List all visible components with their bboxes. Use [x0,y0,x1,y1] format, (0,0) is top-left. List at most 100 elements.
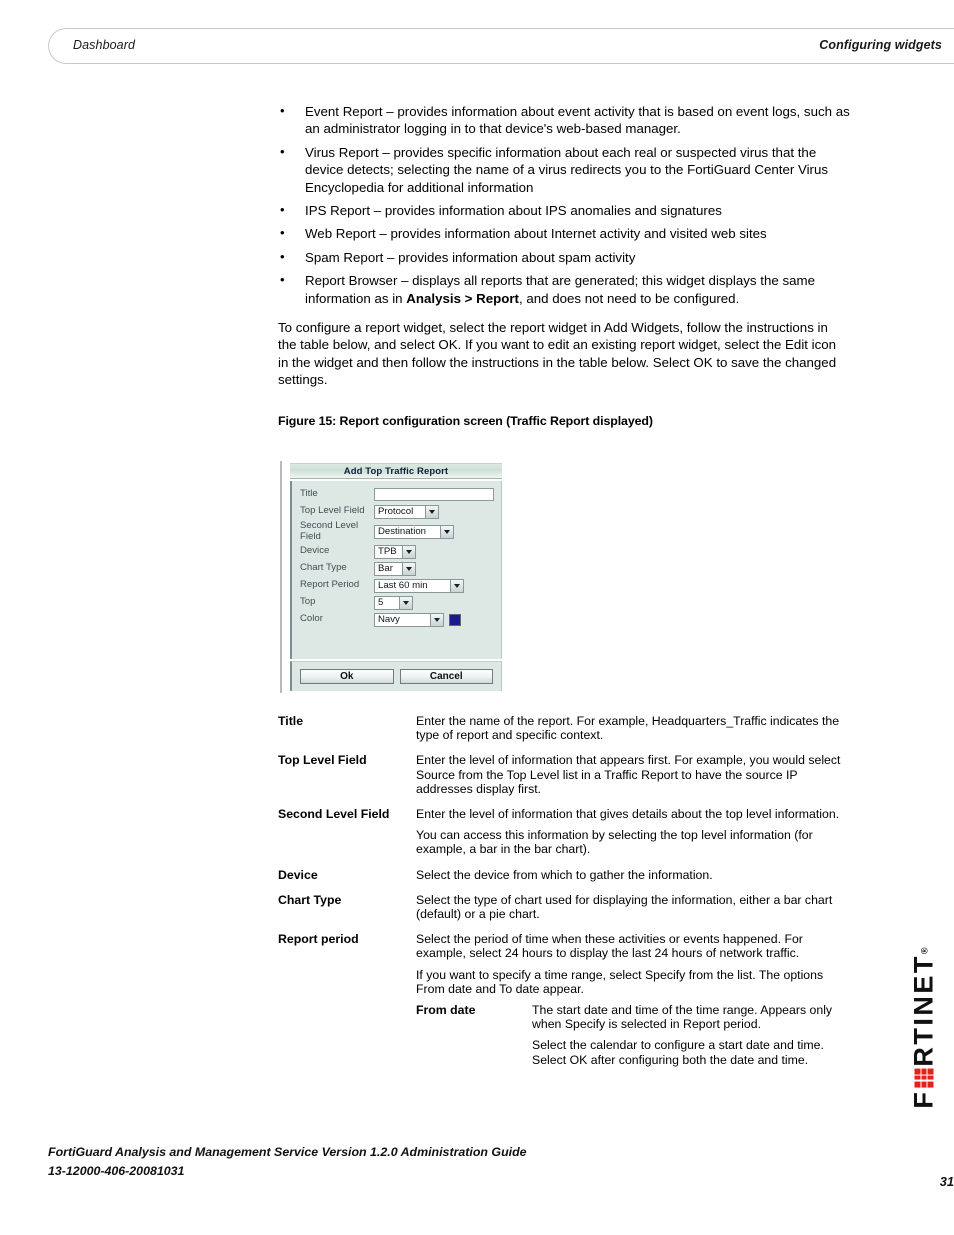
chart-type-value: Bar [378,562,393,574]
description-second-level-field: Enter the level of information that give… [416,807,853,857]
second-level-field-label: Second Level Field [300,520,359,542]
bullet-text: Event Report – provides information abou… [305,104,850,137]
description-title: Enter the name of the report. For exampl… [416,714,853,742]
header-chapter-title: Dashboard [73,38,136,52]
dialog-form-body: Title Top Level Field Protocol Second Le… [290,481,502,659]
top-level-field-value: Protocol [378,505,414,517]
description-paragraph: Select the period of time when these act… [416,932,803,961]
term-chart-type: Chart Type [278,892,342,907]
footer-document-number: 13-12000-406-20081031 [48,1164,185,1178]
footer-guide-title: FortiGuard Analysis and Management Servi… [48,1145,527,1159]
color-swatch [449,613,461,626]
chevron-down-icon [430,613,443,626]
description-chart-type: Select the type of chart used for displa… [416,893,853,921]
main-content: Event Report – provides information abou… [278,102,850,428]
configure-instructions-paragraph: To configure a report widget, select the… [278,320,837,388]
running-header: Dashboard Configuring widgets [48,28,954,64]
description-paragraph: Select the calendar to configure a start… [532,1038,824,1067]
field-row-second-level: Second Level Field Destination [292,520,501,542]
logo-text-after: RTINET [908,953,939,1067]
field-row-chart-type: Chart Type Bar [292,561,501,576]
device-field-label: Device [300,545,330,557]
top-level-field-select[interactable]: Protocol [374,504,439,519]
table-row: Device Select the device from which to g… [278,868,853,882]
description-device: Select the device from which to gather t… [416,868,853,882]
bullet-emphasis: Analysis > Report [406,290,519,306]
list-item: IPS Report – provides information about … [278,201,850,219]
top-level-field-label: Top Level Field [300,505,365,517]
term-report-period: Report period [278,932,359,947]
device-value: TPB [378,545,397,557]
title-input[interactable] [374,488,494,501]
term-from-date: From date [416,1003,476,1018]
field-row-color: Color Navy [292,612,501,627]
chart-type-field-label: Chart Type [300,562,347,574]
logo-text-before: F [908,1089,939,1109]
top-count-select[interactable]: 5 [374,595,413,610]
chevron-down-icon [399,596,412,609]
field-row-top: Top 5 [292,595,501,610]
report-period-value: Last 60 min [378,579,428,591]
list-item: Spam Report – provides information about… [278,248,850,266]
list-item: Event Report – provides information abou… [278,102,850,138]
device-select[interactable]: TPB [374,544,416,559]
chevron-down-icon [402,545,415,558]
header-section-title: Configuring widgets [819,38,942,52]
ok-button[interactable]: Ok [300,669,394,684]
report-period-field-label: Report Period [300,579,360,591]
page-footer: FortiGuard Analysis and Management Servi… [48,1145,954,1189]
description-top-level-field: Enter the level of information that appe… [416,753,853,796]
title-field-label: Title [300,488,318,500]
logo-trademark: ® [919,946,929,954]
bullet-text: IPS Report – provides information about … [305,203,722,219]
term-top-level-field: Top Level Field [278,753,367,768]
description-paragraph: Enter the level of information that appe… [416,753,841,796]
chevron-down-icon [425,505,438,518]
description-paragraph: You can access this information by selec… [416,828,813,857]
fortinet-o-mark-icon [914,1068,934,1088]
page-number: 31 [939,1174,954,1189]
figure-caption: Figure 15: Report configuration screen (… [278,413,653,428]
term-second-level-field: Second Level Field [278,807,390,822]
term-device: Device [278,867,318,882]
description-paragraph: Select the device from which to gather t… [416,867,713,882]
field-description-table: Title Enter the name of the report. For … [278,714,853,1078]
description-paragraph: Select the type of chart used for displa… [416,892,833,922]
chevron-down-icon [450,579,463,592]
cancel-button[interactable]: Cancel [399,669,493,684]
field-row-title: Title [292,487,501,502]
description-paragraph: The start date and time of the time rang… [532,1003,833,1032]
table-row: Second Level Field Enter the level of in… [278,807,853,857]
bullet-text: Spam Report – provides information about… [305,249,636,265]
field-row-top-level: Top Level Field Protocol [292,504,501,519]
term-title: Title [278,714,304,728]
second-level-field-value: Destination [378,525,426,537]
table-row: Title Enter the name of the report. For … [278,714,853,742]
chart-type-select[interactable]: Bar [374,561,416,576]
field-row-report-period: Report Period Last 60 min [292,578,501,593]
report-config-dialog-figure: Add Top Traffic Report Title Top Level F… [280,461,502,693]
fortinet-logo: F RTINET ® [902,930,946,1125]
description-paragraph: Enter the level of information that give… [416,807,840,822]
table-row: Report period Select the period of time … [278,932,853,1067]
color-select[interactable]: Navy [374,612,444,627]
table-row: Top Level Field Enter the level of infor… [278,753,853,796]
chevron-down-icon [402,562,415,575]
chevron-down-icon [440,525,453,538]
list-item: Report Browser – displays all reports th… [278,271,850,307]
report-period-select[interactable]: Last 60 min [374,578,464,593]
field-row-device: Device TPB [292,544,501,559]
top-field-label: Top [300,596,316,608]
dialog-button-bar: Ok Cancel [290,661,502,691]
description-paragraph: Enter the name of the report. For exampl… [416,714,840,743]
list-item: Virus Report – provides specific informa… [278,143,850,196]
color-field-label: Color [300,613,323,625]
top-count-value: 5 [378,596,384,608]
table-row: Chart Type Select the type of chart used… [278,893,853,921]
dialog-title-bar: Add Top Traffic Report [290,463,502,479]
bullet-text: Virus Report – provides specific informa… [305,144,829,195]
nested-table-row: From date The start date and time of the… [416,1003,853,1067]
list-item: Web Report – provides information about … [278,224,850,242]
bullet-text-tail: , and does not need to be configured. [518,290,740,306]
second-level-field-select[interactable]: Destination [374,524,454,539]
